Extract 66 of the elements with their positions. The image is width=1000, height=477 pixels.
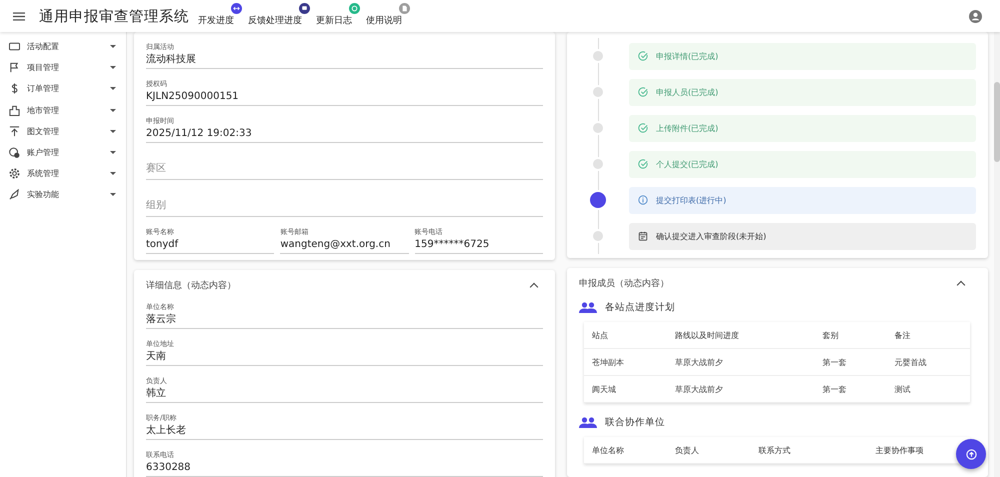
sidebar-item[interactable]: 地市管理	[0, 100, 126, 121]
column-header: 主要协作事项	[875, 444, 924, 456]
sidebar-icon	[9, 147, 20, 158]
timeline-step: 上传附件(已完成)	[629, 114, 976, 142]
avatar-icon[interactable]	[969, 10, 982, 22]
sidebar-item[interactable]: 系统管理	[0, 163, 126, 184]
people-icon	[579, 302, 597, 312]
nav-link[interactable]: 反馈处理进度	[245, 10, 309, 28]
section-title: 各站点进度计划	[605, 300, 675, 314]
step-icon	[638, 195, 648, 205]
table-cell-text: 草原大战前夕	[675, 384, 724, 394]
column-header: 备注	[894, 330, 912, 340]
timeline-dot	[593, 51, 603, 61]
step-icon	[638, 87, 648, 97]
menu-icon[interactable]	[13, 12, 25, 20]
select-field[interactable]: 组别	[146, 186, 543, 217]
sidebar-icon	[9, 62, 20, 74]
upload-icon	[966, 448, 976, 460]
sidebar-item[interactable]: 实验功能	[0, 184, 126, 206]
sidebar-item[interactable]: 图文管理	[0, 120, 126, 142]
timeline-dot	[593, 159, 603, 169]
people-icon	[579, 416, 597, 428]
column-header: 站点	[592, 330, 609, 340]
column-header: 负责人	[675, 444, 700, 456]
sidebar-icon	[9, 83, 20, 94]
sidebar-icon	[9, 168, 20, 180]
timeline-step: 个人提交(已完成)	[629, 150, 976, 178]
table-cell-text: 阗天城	[592, 384, 617, 394]
nav-link[interactable]: 开发进度	[195, 10, 241, 28]
timeline-dot	[593, 123, 603, 133]
sidebar-item[interactable]: 项目管理	[0, 57, 126, 78]
panel-title: 详细信息（动态内容）	[146, 280, 236, 292]
step-icon	[638, 51, 648, 61]
timeline-dot	[590, 192, 606, 208]
column-header: 联系方式	[758, 444, 792, 456]
table-cell-text: 苍坤副本	[592, 356, 625, 368]
timeline-step: 确认提交进入审查阶段(未开始)	[629, 222, 976, 250]
nav-link[interactable]: 更新日志	[313, 10, 359, 28]
timeline-dot	[593, 87, 603, 97]
timeline-step: 申报详情(已完成)	[629, 42, 976, 70]
column-header: 单位名称	[592, 444, 625, 456]
column-header: 路线以及时间进度	[675, 330, 740, 340]
timeline-dot	[593, 231, 603, 241]
sidebar-item[interactable]: 订单管理	[0, 78, 126, 100]
sidebar-icon	[9, 126, 20, 137]
table-cell-text: 测试	[894, 384, 912, 394]
sidebar-icon	[9, 104, 20, 116]
section-title: 联合协作单位	[605, 416, 665, 428]
sidebar-item[interactable]: 账户管理	[0, 142, 126, 164]
sidebar-icon	[9, 41, 20, 52]
select-field[interactable]: 赛区	[146, 149, 543, 180]
column-header: 套别	[822, 330, 840, 340]
nav-link[interactable]: 使用说明	[363, 10, 409, 28]
step-icon	[638, 159, 648, 169]
app-title: 通用申报审查管理系统	[39, 8, 189, 26]
table-cell-text: 第一套	[822, 384, 848, 394]
timeline-step: 申报人员(已完成)	[629, 78, 976, 106]
table-cell-text: 草原大战前夕	[675, 356, 724, 368]
table-cell-text: 第一套	[822, 356, 848, 368]
panel-title: 申报成员（动态内容）	[579, 278, 669, 290]
sidebar-icon	[9, 189, 20, 200]
timeline-step: 提交打印表(进行中)	[629, 186, 976, 214]
sidebar-item[interactable]: 活动配置	[0, 36, 126, 58]
step-icon	[638, 231, 648, 241]
table-cell-text: 元婴首战	[894, 356, 928, 368]
step-icon	[638, 123, 648, 133]
